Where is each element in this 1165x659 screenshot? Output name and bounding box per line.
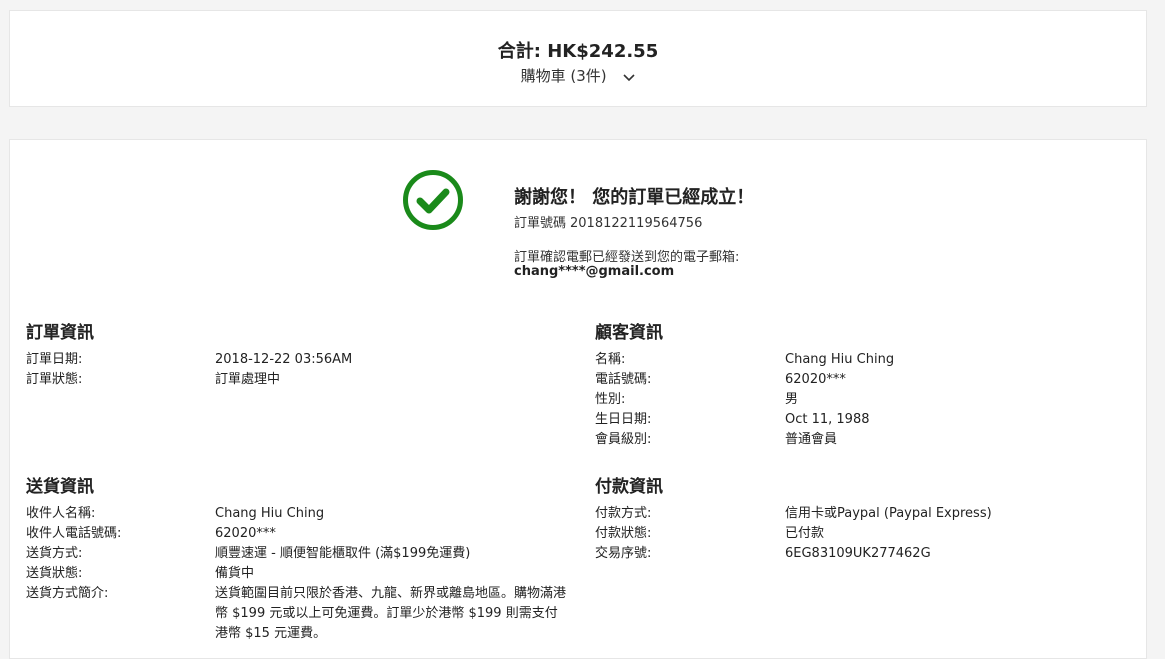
customer-phone-label: 電話號碼: xyxy=(595,372,652,387)
order-date-value: 2018-12-22 03:56AM xyxy=(215,352,353,367)
payment-method-label: 付款方式: xyxy=(595,506,652,521)
order-date-label: 訂單日期: xyxy=(26,352,83,367)
transaction-id-label: 交易序號: xyxy=(595,546,652,561)
delivery-desc-label: 送貨方式簡介: xyxy=(26,586,109,601)
recipient-phone-label: 收件人電話號碼: xyxy=(26,526,122,541)
order-total: 合計: HK$242.55 xyxy=(10,37,1146,63)
order-number-label: 訂單號碼 xyxy=(514,216,567,231)
delivery-desc-value: 送貨範圍目前只限於香港、九龍、新界或離島地區。購物滿港幣 $199 元或以上可免… xyxy=(215,586,567,641)
customer-info-title: 顧客資訊 xyxy=(595,323,663,343)
customer-gender-label: 性別: xyxy=(595,392,626,407)
order-status-label: 訂單狀態: xyxy=(26,372,83,387)
order-number-value: 2018122119564756 xyxy=(570,216,703,231)
payment-status-value: 已付款 xyxy=(785,526,825,541)
recipient-phone-value: 62020*** xyxy=(215,526,276,541)
customer-phone-value: 62020*** xyxy=(785,372,846,387)
email-address: chang****@gmail.com xyxy=(514,264,675,279)
recipient-name-value: Chang Hiu Ching xyxy=(215,506,325,521)
delivery-method-value: 順豐速運 - 順便智能櫃取件 (滿$199免運費) xyxy=(215,546,471,561)
delivery-status-label: 送貨狀態: xyxy=(26,566,83,581)
delivery-status-value: 備貨中 xyxy=(215,566,255,581)
payment-method-value: 信用卡或Paypal (Paypal Express) xyxy=(785,506,992,521)
cart-toggle-button[interactable]: 購物車 (3件) xyxy=(10,65,1146,86)
transaction-id-value: 6EG83109UK277462G xyxy=(785,546,931,561)
payment-info-title: 付款資訊 xyxy=(595,477,663,497)
check-circle-icon xyxy=(402,169,464,231)
customer-gender-value: 男 xyxy=(785,392,799,407)
payment-status-label: 付款狀態: xyxy=(595,526,652,541)
customer-tier-value: 普通會員 xyxy=(785,432,838,447)
total-label: 合計: xyxy=(497,41,541,62)
order-summary-card: 合計: HK$242.55 購物車 (3件) xyxy=(9,10,1147,107)
chevron-down-icon xyxy=(623,68,635,86)
customer-tier-label: 會員級別: xyxy=(595,432,652,447)
email-note: 訂單確認電郵已經發送到您的電子郵箱: xyxy=(514,250,740,265)
confirmation-title: 謝謝您！ 您的訂單已經成立！ xyxy=(514,187,755,208)
delivery-method-label: 送貨方式: xyxy=(26,546,83,561)
order-number: 訂單號碼 2018122119564756 xyxy=(514,212,702,231)
order-info-title: 訂單資訊 xyxy=(26,323,94,343)
customer-name-label: 名稱: xyxy=(595,352,626,367)
total-value: HK$242.55 xyxy=(547,41,659,62)
delivery-info-title: 送貨資訊 xyxy=(26,477,94,497)
customer-birthday-label: 生日日期: xyxy=(595,412,652,427)
customer-name-value: Chang Hiu Ching xyxy=(785,352,895,367)
customer-birthday-value: Oct 11, 1988 xyxy=(785,412,870,427)
cart-label: 購物車 (3件) xyxy=(520,67,607,85)
order-confirmation-card: 謝謝您！ 您的訂單已經成立！ 訂單號碼 2018122119564756 訂單確認… xyxy=(9,139,1147,659)
order-status-value: 訂單處理中 xyxy=(215,372,281,387)
recipient-name-label: 收件人名稱: xyxy=(26,506,96,521)
